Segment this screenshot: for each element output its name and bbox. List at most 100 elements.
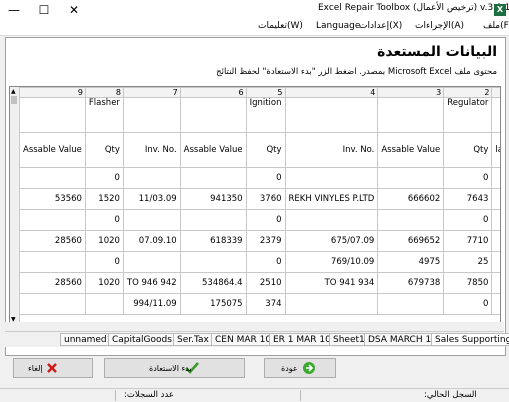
grid-cell[interactable]: TO 946 942: [122, 272, 181, 294]
column-header[interactable]: 1: [491, 87, 500, 98]
grid-cell[interactable]: 1020: [84, 230, 124, 252]
grid-cell[interactable]: Qty: [245, 132, 286, 168]
grid-cell[interactable]: [179, 97, 247, 133]
grid-cell[interactable]: [179, 251, 247, 273]
sheet-tab-sheet1[interactable]: Sheet1: [329, 333, 369, 346]
cancel-button[interactable]: إلغاء: [13, 358, 93, 378]
grid-cell[interactable]: [19, 209, 86, 231]
column-header[interactable]: 3: [377, 87, 445, 98]
grid-cell[interactable]: 0: [245, 251, 286, 273]
grid-cell[interactable]: 11/03.09: [122, 188, 181, 210]
grid-cell[interactable]: 7710: [443, 230, 493, 252]
sheet-tab-dsa-march10[interactable]: DSA MARCH 10: [364, 333, 441, 346]
grid-cell[interactable]: [179, 209, 247, 231]
grid-cell[interactable]: [284, 209, 379, 231]
minimize-button[interactable]: —: [0, 0, 28, 20]
grid-cell[interactable]: 618339: [179, 230, 247, 252]
scroll-up-icon[interactable]: ▲: [11, 88, 16, 95]
grid-cell[interactable]: [491, 209, 500, 231]
column-header[interactable]: 9: [19, 87, 86, 98]
grid-cell[interactable]: [377, 209, 445, 231]
grid-cell[interactable]: 769/10.09: [284, 251, 379, 273]
back-button[interactable]: عودة: [264, 358, 336, 378]
column-header[interactable]: 8: [84, 87, 124, 98]
grid-cell[interactable]: [491, 230, 500, 252]
grid-cell[interactable]: 4975: [377, 251, 445, 273]
grid-cell[interactable]: 28560: [19, 230, 86, 252]
grid-cell[interactable]: 0: [245, 167, 286, 189]
grid-cell[interactable]: [19, 167, 86, 189]
grid-cell[interactable]: [284, 293, 379, 315]
menu-help[interactable]: تعليمات(W): [258, 21, 303, 31]
grid-cell[interactable]: Flasher: [84, 97, 124, 133]
grid-cell[interactable]: 679738: [377, 272, 445, 294]
sheet-tab-sales-supporting[interactable]: Sales Supporting: [431, 333, 509, 346]
grid-cell[interactable]: [179, 167, 247, 189]
grid-cell[interactable]: Inv. No.: [122, 132, 181, 168]
grid-cell[interactable]: 669652: [377, 230, 445, 252]
grid-cell[interactable]: 0: [84, 251, 124, 273]
grid-cell[interactable]: Assable Value: [19, 132, 86, 168]
grid-cell[interactable]: 2510: [245, 272, 286, 294]
grid-cell[interactable]: [491, 188, 500, 210]
grid-cell[interactable]: 07.09.10: [122, 230, 181, 252]
menu-language[interactable]: Language: [316, 21, 360, 31]
grid-cell[interactable]: 0: [443, 209, 493, 231]
grid-cell[interactable]: [284, 167, 379, 189]
menu-file[interactable]: ملف(F): [483, 21, 509, 31]
grid-cell[interactable]: 675/07.09: [284, 230, 379, 252]
data-grid[interactable]: ▲ ▼ 9 8 7 6 5 4 3 2 1 Flas: [9, 86, 501, 325]
grid-cell[interactable]: late: [491, 132, 500, 168]
grid-cell[interactable]: 175075: [179, 293, 247, 315]
column-header[interactable]: 6: [179, 87, 247, 98]
sheet-tab-sertax[interactable]: Ser.Tax: [173, 333, 213, 346]
scroll-thumb[interactable]: [11, 96, 17, 104]
grid-cell[interactable]: [122, 251, 181, 273]
grid-cell[interactable]: 7643: [443, 188, 493, 210]
sheet-tab-er1-mar10[interactable]: ER 1 MAR 10: [269, 333, 335, 346]
grid-cell[interactable]: [19, 293, 86, 315]
grid-cell[interactable]: [19, 97, 86, 133]
column-header[interactable]: 5: [245, 87, 286, 98]
maximize-button[interactable]: ☐: [30, 0, 58, 20]
grid-cell[interactable]: [491, 97, 500, 133]
grid-cell[interactable]: [491, 293, 500, 315]
grid-cell[interactable]: [122, 209, 181, 231]
grid-cell[interactable]: Ignition: [245, 97, 286, 133]
grid-cell[interactable]: [491, 272, 500, 294]
grid-cell[interactable]: 28560: [19, 272, 86, 294]
grid-cell[interactable]: [19, 251, 86, 273]
grid-cell[interactable]: 1020: [84, 272, 124, 294]
grid-cell[interactable]: Qty: [443, 132, 493, 168]
grid-cell[interactable]: 534864.4: [179, 272, 247, 294]
grid-cell[interactable]: [284, 97, 379, 133]
grid-cell[interactable]: TO 941 934: [284, 272, 379, 294]
grid-cell[interactable]: [122, 97, 181, 133]
grid-cell[interactable]: Inv. No.: [284, 132, 379, 168]
grid-cell[interactable]: 25: [443, 251, 493, 273]
grid-cell[interactable]: 53560: [19, 188, 86, 210]
grid-cell[interactable]: [491, 251, 500, 273]
grid-cell[interactable]: Assable Value: [377, 132, 445, 168]
grid-cell[interactable]: 0: [84, 167, 124, 189]
grid-cell[interactable]: [377, 293, 445, 315]
grid-cell[interactable]: Assable Value: [179, 132, 247, 168]
menu-actions[interactable]: الإجراءات(A): [415, 21, 464, 31]
start-recovery-button[interactable]: بدء الاستعادة: [104, 358, 245, 378]
grid-cell[interactable]: 374: [245, 293, 286, 315]
menu-settings[interactable]: إعدادات(X): [359, 21, 402, 31]
sheet-tab-capitalgoods[interactable]: CapitalGoods: [108, 333, 176, 346]
grid-cell[interactable]: 7850: [443, 272, 493, 294]
grid-cell[interactable]: 666602: [377, 188, 445, 210]
grid-cell[interactable]: REKH VINYLES P.LTD: [284, 188, 379, 210]
grid-cell[interactable]: [491, 167, 500, 189]
grid-cell[interactable]: Regulator: [443, 97, 493, 133]
grid-cell[interactable]: 3760: [245, 188, 286, 210]
grid-cell[interactable]: 0: [443, 167, 493, 189]
grid-cell[interactable]: 1520: [84, 188, 124, 210]
grid-cell[interactable]: [377, 97, 445, 133]
grid-cell[interactable]: 0: [245, 209, 286, 231]
grid-cell[interactable]: [377, 167, 445, 189]
column-header[interactable]: 7: [122, 87, 181, 98]
grid-cell[interactable]: 941350: [179, 188, 247, 210]
